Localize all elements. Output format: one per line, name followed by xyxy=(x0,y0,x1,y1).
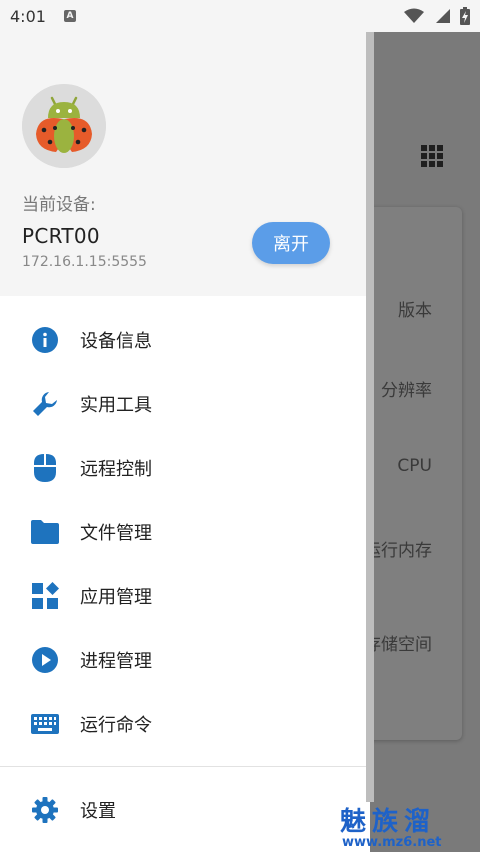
folder-icon xyxy=(30,517,60,547)
watermark-logo: 魅族溜 www.mz6.net xyxy=(340,808,442,850)
menu-item-device-info[interactable]: 设备信息 xyxy=(0,308,370,372)
drawer-menu: 设备信息 实用工具 远程控制 文件管理 应用管理 进程管理 运行命令 xyxy=(0,308,370,756)
menu-item-utilities[interactable]: 实用工具 xyxy=(0,372,370,436)
play-circle-icon xyxy=(30,645,60,675)
keyboard-icon xyxy=(30,709,60,739)
menu-divider xyxy=(0,766,370,767)
menu-item-app-manager[interactable]: 应用管理 xyxy=(0,564,370,628)
wrench-icon xyxy=(30,389,60,419)
menu-item-label: 文件管理 xyxy=(80,523,152,544)
wifi-icon xyxy=(404,8,424,23)
menu-item-label: 实用工具 xyxy=(80,395,152,416)
device-ip: 172.16.1.15:5555 xyxy=(22,254,147,270)
background-label-cpu: CPU xyxy=(397,456,432,476)
background-label-ram: 运行内存 xyxy=(364,541,432,561)
menu-item-label: 进程管理 xyxy=(80,651,152,672)
mouse-icon xyxy=(30,453,60,483)
apps-grid-icon xyxy=(421,145,443,167)
watermark-url: www.mz6.net xyxy=(342,835,442,850)
watermark-title: 魅族溜 xyxy=(340,807,437,837)
menu-item-label: 应用管理 xyxy=(80,587,152,608)
drawer-header: 当前设备: PCRT00 172.16.1.15:5555 离开 xyxy=(0,32,370,296)
notification-icon: A xyxy=(63,10,76,22)
background-label-resolution: 分辨率 xyxy=(381,381,432,401)
leave-button[interactable]: 离开 xyxy=(252,222,330,264)
menu-item-label: 设备信息 xyxy=(80,331,152,352)
device-name: PCRT00 xyxy=(22,224,100,248)
apps-icon xyxy=(30,581,60,611)
info-icon xyxy=(30,325,60,355)
status-bar: 4:01 A xyxy=(0,0,480,32)
current-device-label: 当前设备: xyxy=(22,195,96,215)
menu-item-remote-control[interactable]: 远程控制 xyxy=(0,436,370,500)
menu-item-label: 运行命令 xyxy=(80,715,152,736)
drawer-scrollbar[interactable] xyxy=(366,32,374,802)
navigation-drawer: 当前设备: PCRT00 172.16.1.15:5555 离开 设备信息 实用… xyxy=(0,32,370,852)
menu-item-file-manager[interactable]: 文件管理 xyxy=(0,500,370,564)
status-time: 4:01 xyxy=(10,6,46,26)
signal-icon xyxy=(436,9,450,23)
menu-item-label: 设置 xyxy=(80,801,116,822)
ladybug-android-icon xyxy=(22,84,106,168)
menu-item-process-manager[interactable]: 进程管理 xyxy=(0,628,370,692)
menu-item-settings[interactable]: 设置 xyxy=(0,778,370,842)
background-label-storage: 存储空间 xyxy=(364,635,432,655)
menu-item-label: 远程控制 xyxy=(80,459,152,480)
battery-charging-icon xyxy=(460,7,470,25)
status-icons xyxy=(404,7,470,25)
gear-icon xyxy=(30,795,60,825)
settings-section: 设置 xyxy=(0,778,370,842)
background-label-version: 版本 xyxy=(398,301,432,321)
menu-item-run-command[interactable]: 运行命令 xyxy=(0,692,370,756)
